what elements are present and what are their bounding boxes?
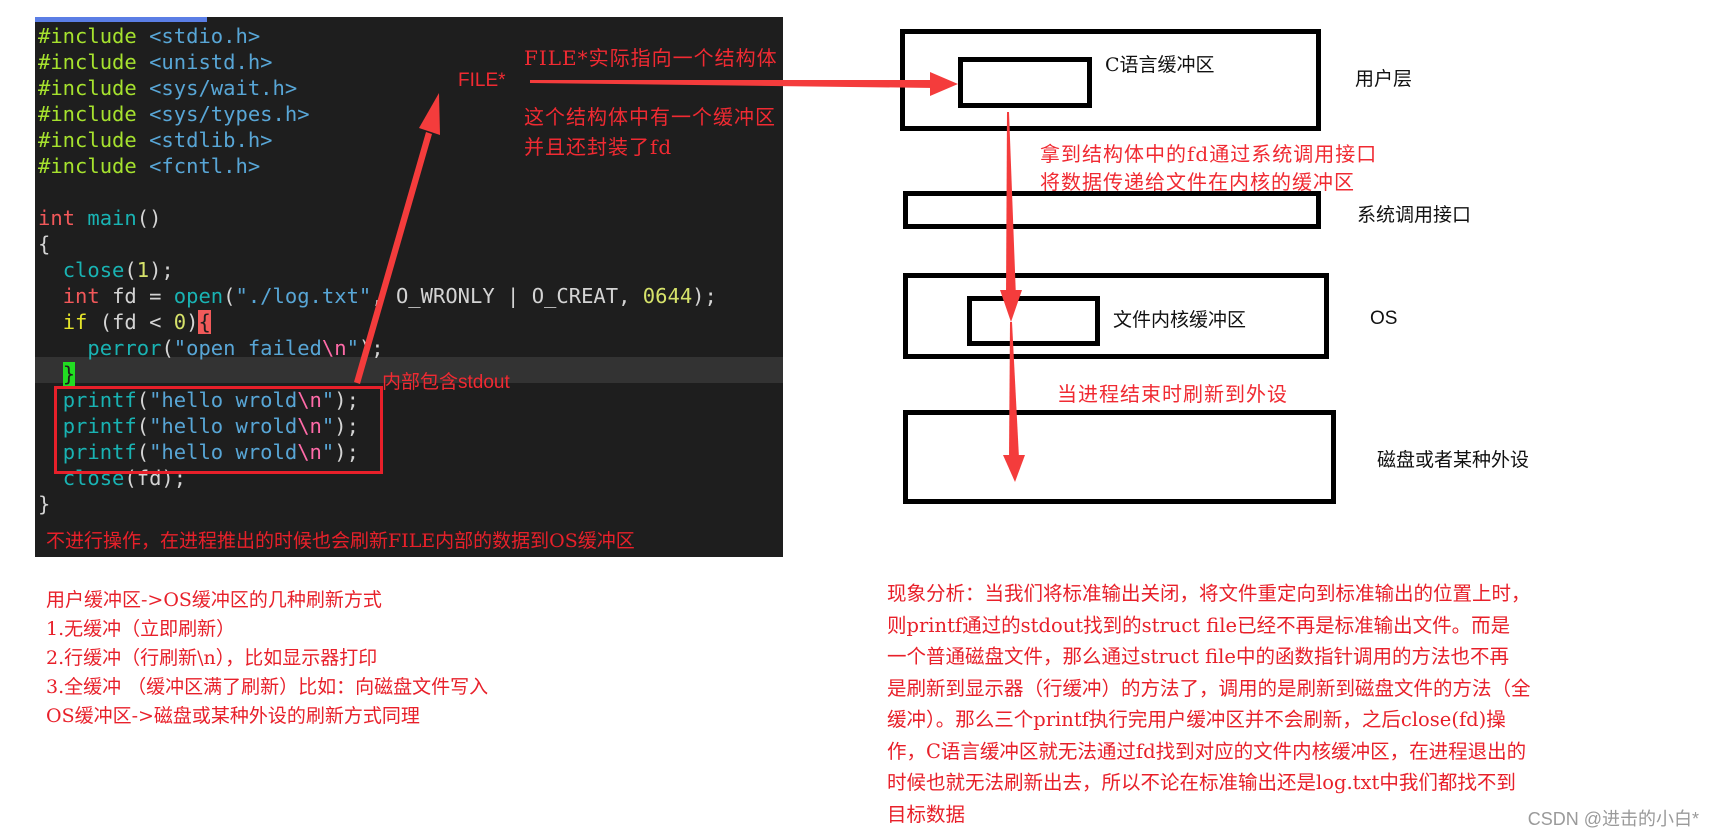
analysis-line: 是刷新到显示器（行缓冲）的方法了，调用的是刷新到磁盘文件的方法（全: [887, 676, 1531, 700]
code-editor-panel: #include <stdio.h> #include <unistd.h> #in…: [35, 17, 783, 557]
note-item-3: 3.全缓冲 （缓冲区满了刷新）比如：向磁盘文件写入: [46, 676, 489, 698]
code-line: }: [38, 361, 717, 387]
code-token: <unistd.h>: [149, 50, 273, 74]
code-token: #include: [38, 24, 150, 48]
code-line: }: [38, 491, 717, 517]
code-token: <fcntl.h>: [149, 154, 261, 178]
code-token: {: [198, 310, 211, 334]
note-flush-heading: 用户缓冲区->OS缓冲区的几种刷新方式: [46, 589, 382, 611]
file-pointer-label: FILE*: [458, 70, 506, 91]
c-buffer-label: C语言缓冲区: [1105, 54, 1215, 76]
code-token: open: [173, 284, 224, 308]
file-struct-desc-1: 这个结构体中有一个缓冲区: [524, 105, 776, 129]
file-struct-title: FILE*实际指向一个结构体: [524, 46, 778, 70]
code-line: int fd = open("./log.txt", O_WRONLY | O_…: [38, 283, 717, 309]
kernel-buffer-box: [967, 296, 1100, 346]
code-token: #include: [38, 128, 150, 152]
analysis-line: 则printf通过的stdout找到的struct file已经不再是标准输出文…: [887, 613, 1511, 637]
code-line: #include <sys/wait.h>: [38, 75, 717, 101]
analysis-line: 时候也就无法刷新出去，所以不论在标准输出还是log.txt中我们都找不到: [887, 771, 1516, 794]
device-layer-box: [903, 410, 1336, 504]
code-line: int main(): [38, 205, 717, 231]
syscall-note-1: 拿到结构体中的fd通过系统调用接口: [1040, 142, 1378, 166]
code-token: #include: [38, 154, 150, 178]
code-token: 0644: [642, 284, 693, 308]
user-layer-label: 用户层: [1355, 68, 1413, 90]
code-token: fd =: [112, 284, 174, 308]
analysis-paragraph: 现象分析：当我们将标准输出关闭，将文件重定向到标准输出的位置上时， 则print…: [887, 578, 1707, 830]
code-token: <sys/wait.h>: [149, 76, 298, 100]
device-layer-label: 磁盘或者某种外设: [1377, 449, 1530, 471]
analysis-line: 一个普通磁盘文件，那么通过struct file中的函数指针调用的方法也不再: [887, 645, 1509, 668]
code-token: (: [161, 336, 174, 360]
code-token: <sys/types.h>: [149, 102, 310, 126]
code-token: #include: [38, 76, 150, 100]
analysis-line: 缓冲）。那么三个printf执行完用户缓冲区并不会刷新，之后close(fd)操: [887, 708, 1506, 731]
code-token: , O_WRONLY | O_CREAT,: [371, 284, 643, 308]
code-token: int: [62, 284, 113, 308]
code-token: );: [358, 336, 384, 360]
code-line: perror("open failed\n");: [38, 335, 717, 361]
analysis-line: 作，C语言缓冲区就无法通过fd找到对应的文件内核缓冲区，在进程退出的: [887, 739, 1527, 763]
syscall-layer-box: [903, 191, 1321, 229]
note-item-1: 1.无缓冲（立即刷新）: [46, 618, 236, 640]
note-exit-flush: 不进行操作，在进程推出的时候也会刷新FILE内部的数据到OS缓冲区: [46, 530, 635, 552]
code-token: 1: [136, 258, 150, 282]
code-token: int: [38, 206, 88, 230]
note-footer: OS缓冲区->磁盘或某种外设的刷新方式同理: [46, 705, 420, 727]
note-item-2: 2.行缓冲（行刷新\n），比如显示器打印: [46, 647, 378, 669]
code-token: "open failed: [173, 336, 322, 360]
code-line: close(1);: [38, 257, 717, 283]
c-buffer-box: [958, 57, 1092, 108]
csdn-watermark: CSDN @进击的小白*: [1527, 809, 1699, 829]
code-token: if: [62, 310, 100, 334]
code-token: );: [692, 284, 717, 308]
contains-stdout-label: 内部包含stdout: [382, 372, 510, 393]
code-token: close: [62, 258, 125, 282]
printf-highlight-box: [54, 386, 383, 474]
code-token: 0: [173, 310, 187, 334]
code-token: #include: [38, 102, 150, 126]
code-token: <stdlib.h>: [149, 128, 273, 152]
flush-note: 当进程结束时刷新到外设: [1057, 382, 1288, 406]
code-token: );: [149, 258, 174, 282]
code-token: }: [38, 492, 51, 516]
code-token: \n: [321, 336, 347, 360]
code-token: main: [87, 206, 137, 230]
analysis-line: 现象分析：当我们将标准输出关闭，将文件重定向到标准输出的位置上时，: [887, 582, 1531, 605]
kernel-buffer-label: 文件内核缓冲区: [1113, 309, 1247, 331]
code-token: perror: [87, 336, 162, 360]
code-token: (: [124, 258, 137, 282]
code-token: ): [186, 310, 199, 334]
editor-tab-indicator: [35, 17, 207, 22]
syscall-layer-label: 系统调用接口: [1357, 204, 1472, 226]
code-line: {: [38, 231, 717, 257]
code-line: if (fd < 0){: [38, 309, 717, 335]
os-layer-label: OS: [1370, 308, 1398, 329]
code-token: {: [38, 232, 51, 256]
code-token: }: [62, 362, 76, 386]
code-token: "./log.txt": [235, 284, 372, 308]
code-token: #include: [38, 50, 150, 74]
code-token: (): [136, 206, 162, 230]
code-token: (fd <: [99, 310, 174, 334]
code-token: ": [346, 336, 359, 360]
code-token: (: [223, 284, 236, 308]
code-token: <stdio.h>: [149, 24, 261, 48]
file-struct-desc-2: 并且还封装了fd: [524, 135, 673, 159]
